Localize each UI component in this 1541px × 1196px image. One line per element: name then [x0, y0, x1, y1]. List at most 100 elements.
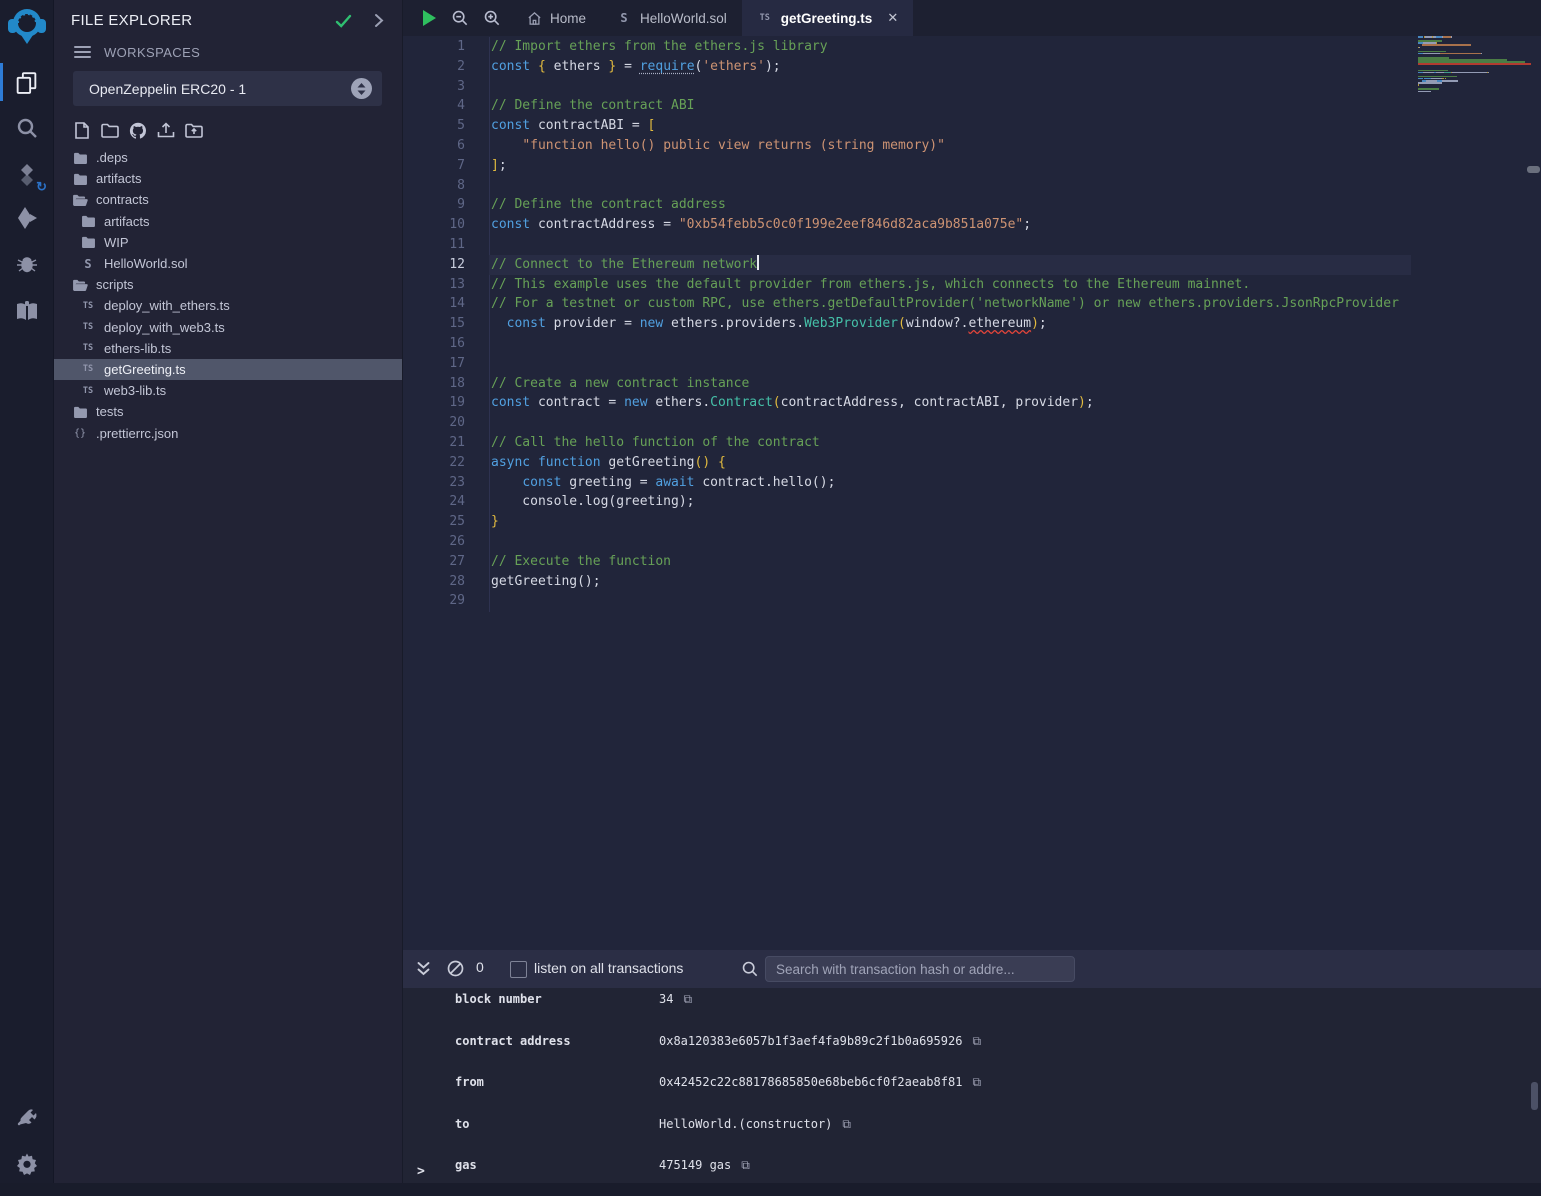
code-line-2[interactable]: const { ethers } = require('ethers'); [491, 57, 1411, 77]
learn-book-icon[interactable] [0, 290, 53, 334]
typescript-file-icon: TS [80, 301, 96, 311]
code-line-28[interactable]: getGreeting(); [491, 572, 1411, 592]
minimap[interactable] [1418, 36, 1533, 95]
zoom-in-icon[interactable] [484, 10, 500, 26]
listen-label: listen on all transactions [534, 960, 683, 976]
code-line-22[interactable]: async function getGreeting() { [491, 453, 1411, 473]
file-tree-item-web3-lib.ts[interactable]: TSweb3-lib.ts [53, 380, 402, 401]
collapse-terminal-icon[interactable] [416, 961, 431, 977]
code-line-1[interactable]: // Import ethers from the ethers.js libr… [491, 37, 1411, 57]
tab-getGreeting.ts[interactable]: TSgetGreeting.ts✕ [742, 0, 913, 36]
copy-icon[interactable]: ⧉ [683, 992, 692, 1007]
file-tree-item-.prettierrc.json[interactable]: {}.prettierrc.json [53, 422, 402, 443]
terminal-scrollbar-thumb[interactable] [1531, 1082, 1538, 1110]
file-tree-item-HelloWorld.sol[interactable]: SHelloWorld.sol [53, 253, 402, 274]
code-line-10[interactable]: const contractAddress = "0xb54febb5c0c0f… [491, 215, 1411, 235]
code-line-16[interactable] [491, 334, 1411, 354]
file-tree-item-.deps[interactable]: .deps [53, 147, 402, 168]
file-tree-item-artifacts[interactable]: artifacts [53, 211, 402, 232]
code-line-25[interactable]: } [491, 512, 1411, 532]
code-line-12[interactable]: // Connect to the Ethereum network [489, 255, 1411, 275]
file-name: artifacts [96, 171, 142, 186]
code-line-26[interactable] [491, 532, 1411, 552]
plugin-manager-icon[interactable] [0, 1094, 53, 1138]
upload-file-icon[interactable] [157, 121, 175, 139]
copy-icon[interactable]: ⧉ [842, 1117, 851, 1132]
file-tree-item-artifacts[interactable]: artifacts [53, 168, 402, 189]
file-tree-item-contracts[interactable]: contracts [53, 189, 402, 210]
debugger-icon[interactable] [0, 241, 53, 285]
tx-detail-label: block number [455, 992, 659, 1006]
close-tab-icon[interactable]: ✕ [887, 10, 898, 26]
copy-icon[interactable]: ⧉ [972, 1034, 981, 1049]
code-line-18[interactable]: // Create a new contract instance [491, 374, 1411, 394]
load-folder-icon[interactable] [185, 121, 203, 139]
file-explorer-header: FILE EXPLORER [53, 0, 402, 31]
new-file-icon[interactable] [73, 121, 91, 139]
tab-HelloWorld.sol[interactable]: SHelloWorld.sol [601, 0, 742, 36]
code-line-13[interactable]: // This example uses the default provide… [491, 275, 1411, 295]
workspace-sort-icon[interactable] [351, 78, 372, 99]
code-line-8[interactable] [491, 176, 1411, 196]
new-folder-icon[interactable] [101, 121, 119, 139]
copy-icon[interactable]: ⧉ [741, 1158, 750, 1173]
tx-detail-label: to [455, 1117, 659, 1131]
file-tree-item-deploy_with_web3.ts[interactable]: TSdeploy_with_web3.ts [53, 317, 402, 338]
code-line-23[interactable]: const greeting = await contract.hello(); [491, 473, 1411, 493]
editor-scrollbar-thumb[interactable] [1527, 166, 1540, 173]
workspaces-menu-icon[interactable] [74, 43, 91, 61]
code-line-27[interactable]: // Execute the function [491, 552, 1411, 572]
github-icon[interactable] [129, 121, 147, 139]
file-tree-item-tests[interactable]: tests [53, 401, 402, 422]
code-line-7[interactable]: ]; [491, 156, 1411, 176]
tx-detail-row: toHelloWorld.(constructor)⧉ [403, 1113, 1541, 1155]
file-tree-item-scripts[interactable]: scripts [53, 274, 402, 295]
code-line-14[interactable]: // For a testnet or custom RPC, use ethe… [491, 294, 1411, 314]
code-editor[interactable]: 1234567891011121314151617181920212223242… [403, 36, 1541, 950]
tab-label: Home [550, 11, 586, 26]
copy-icon[interactable]: ⧉ [972, 1075, 981, 1090]
file-tree-item-getGreeting.ts[interactable]: TSgetGreeting.ts [53, 359, 402, 380]
terminal-output[interactable]: block number34⧉contract address0x8a12038… [403, 988, 1541, 1183]
listen-checkbox[interactable] [510, 961, 527, 978]
code-line-24[interactable]: console.log(greeting); [491, 492, 1411, 512]
search-icon[interactable] [0, 106, 53, 150]
clear-console-icon[interactable] [447, 960, 464, 977]
code-line-5[interactable]: const contractABI = [ [491, 116, 1411, 136]
tx-detail-label: from [455, 1075, 659, 1089]
file-tree-item-deploy_with_ethers.ts[interactable]: TSdeploy_with_ethers.ts [53, 295, 402, 316]
code-line-4[interactable]: // Define the contract ABI [491, 96, 1411, 116]
code-line-3[interactable] [491, 77, 1411, 97]
code-line-29[interactable] [491, 591, 1411, 611]
line-number: 1 [403, 37, 465, 57]
file-explorer-icon[interactable] [0, 60, 53, 104]
tx-detail-value: 0x8a120383e6057b1f3aef4fa9b89c2f1b0a6959… [659, 1034, 962, 1048]
file-tree-item-WIP[interactable]: WIP [53, 232, 402, 253]
tab-Home[interactable]: Home [512, 0, 601, 36]
line-number: 5 [403, 116, 465, 136]
remix-logo[interactable] [0, 4, 53, 48]
folder-icon [80, 215, 96, 227]
folder-open-icon [72, 194, 88, 206]
terminal-search-input[interactable] [765, 956, 1075, 982]
deploy-run-icon[interactable] [0, 196, 53, 240]
code-line-17[interactable] [491, 354, 1411, 374]
file-name: web3-lib.ts [104, 383, 166, 398]
run-script-icon[interactable] [423, 10, 436, 26]
settings-gear-icon[interactable] [0, 1142, 53, 1186]
zoom-out-icon[interactable] [452, 10, 468, 26]
code-line-19[interactable]: const contract = new ethers.Contract(con… [491, 393, 1411, 413]
accept-check-icon[interactable] [335, 14, 352, 28]
code-line-6[interactable]: "function hello() public view returns (s… [491, 136, 1411, 156]
code-line-21[interactable]: // Call the hello function of the contra… [491, 433, 1411, 453]
code-line-20[interactable] [491, 413, 1411, 433]
workspace-select[interactable]: OpenZeppelin ERC20 - 1 [73, 71, 382, 106]
code-area[interactable]: // Import ethers from the ethers.js libr… [491, 37, 1411, 611]
file-tree-item-ethers-lib.ts[interactable]: TSethers-lib.ts [53, 338, 402, 359]
code-line-15[interactable]: const provider = new ethers.providers.We… [491, 314, 1411, 334]
code-line-9[interactable]: // Define the contract address [491, 195, 1411, 215]
solidity-compiler-icon[interactable]: ↻ [0, 155, 53, 199]
line-number: 29 [403, 591, 465, 611]
code-line-11[interactable] [491, 235, 1411, 255]
collapse-chevron-icon[interactable] [374, 13, 384, 28]
